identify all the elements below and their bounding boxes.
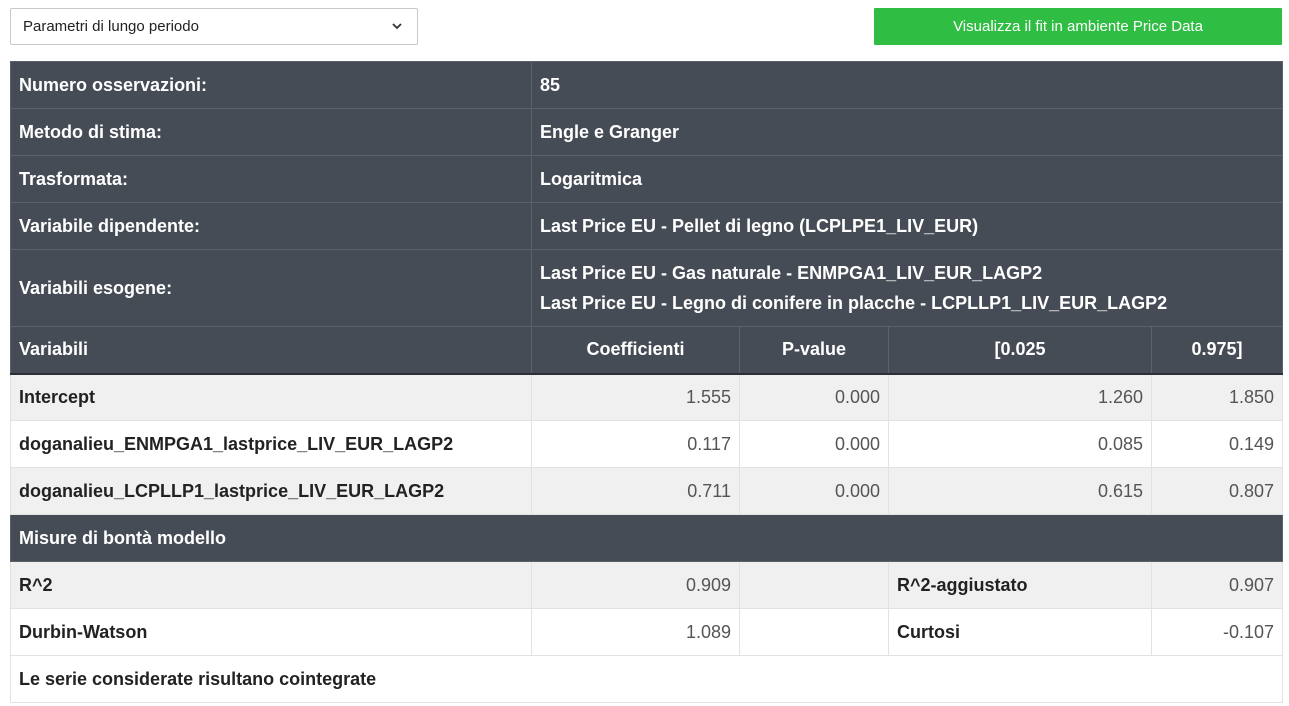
exogenous-value: Last Price EU - Gas naturale - ENMPGA1_L… [540, 263, 1043, 283]
parameters-select-value: Parametri di lungo periodo [23, 18, 199, 35]
dw-value: 1.089 [531, 608, 740, 656]
transform-value: Logaritmica [530, 155, 1284, 203]
pvalue-value: 0.000 [739, 373, 889, 421]
ci-high-value: 1.850 [1150, 373, 1284, 421]
kurtosis-label: Curtosi [888, 608, 1152, 656]
conclusion-text: Le serie considerate risultano cointegra… [9, 655, 1284, 703]
table-row: doganalieu_LCPLLP1_lastprice_LIV_EUR_LAG… [10, 467, 1284, 515]
dw-label: Durbin-Watson [10, 608, 532, 656]
dependent-label: Variabile dipendente: [10, 202, 532, 250]
exogenous-values: Last Price EU - Gas naturale - ENMPGA1_L… [530, 249, 1284, 327]
r2-value: 0.909 [531, 561, 740, 609]
coef-header-row: Variabili Coefficienti P-value [0.025 0.… [10, 326, 1284, 375]
r2-adj-label: R^2-aggiustato [888, 561, 1152, 609]
coefficient-value: 0.711 [531, 467, 740, 515]
empty-cell [739, 608, 889, 656]
method-value: Engle e Granger [530, 108, 1284, 156]
chevron-down-icon [392, 23, 402, 30]
ci-low-value: 0.085 [888, 420, 1152, 468]
method-label: Metodo di stima: [10, 108, 532, 156]
variable-name: Intercept [10, 373, 532, 421]
col-header-coefficients: Coefficienti [531, 326, 740, 375]
kurtosis-value: -0.107 [1150, 608, 1284, 656]
info-row-method: Metodo di stima: Engle e Granger [10, 108, 1284, 156]
col-header-pvalue: P-value [739, 326, 889, 375]
parameters-select[interactable]: Parametri di lungo periodo [10, 8, 418, 45]
empty-cell [739, 561, 889, 609]
observations-label: Numero osservazioni: [10, 61, 532, 109]
coefficient-value: 0.117 [531, 420, 740, 468]
goodness-header-row: Misure di bontà modello [9, 514, 1284, 562]
transform-label: Trasformata: [10, 155, 532, 203]
info-row-dependent: Variabile dipendente: Last Price EU - Pe… [10, 202, 1284, 250]
r2-label: R^2 [10, 561, 532, 609]
model-results-table: Numero osservazioni: 85 Metodo di stima:… [9, 61, 1284, 703]
info-row-transform: Trasformata: Logaritmica [10, 155, 1284, 203]
pvalue-value: 0.000 [739, 467, 889, 515]
toolbar: Parametri di lungo periodo Visualizza il… [0, 0, 1289, 60]
pvalue-value: 0.000 [739, 420, 889, 468]
exogenous-label: Variabili esogene: [10, 249, 532, 327]
col-header-variables: Variabili [10, 326, 532, 375]
ci-high-value: 0.807 [1150, 467, 1284, 515]
conclusion-row: Le serie considerate risultano cointegra… [9, 655, 1284, 703]
exogenous-value: Last Price EU - Legno di conifere in pla… [540, 293, 1168, 313]
goodness-row-dw: Durbin-Watson 1.089 Curtosi -0.107 [10, 608, 1284, 656]
col-header-ci-high: 0.975] [1150, 326, 1284, 375]
variable-name: doganalieu_ENMPGA1_lastprice_LIV_EUR_LAG… [10, 420, 532, 468]
table-row: doganalieu_ENMPGA1_lastprice_LIV_EUR_LAG… [10, 420, 1284, 468]
dependent-value: Last Price EU - Pellet di legno (LCPLPE1… [530, 202, 1284, 250]
ci-low-value: 1.260 [888, 373, 1152, 421]
variable-name: doganalieu_LCPLLP1_lastprice_LIV_EUR_LAG… [10, 467, 532, 515]
observations-value: 85 [530, 61, 1284, 109]
goodness-row-r2: R^2 0.909 R^2-aggiustato 0.907 [10, 561, 1284, 609]
view-fit-button[interactable]: Visualizza il fit in ambiente Price Data [874, 8, 1282, 45]
ci-low-value: 0.615 [888, 467, 1152, 515]
goodness-title: Misure di bontà modello [9, 514, 1284, 562]
col-header-ci-low: [0.025 [888, 326, 1152, 375]
table-row: Intercept 1.555 0.000 1.260 1.850 [10, 373, 1284, 421]
r2-adj-value: 0.907 [1150, 561, 1284, 609]
info-row-exogenous: Variabili esogene: Last Price EU - Gas n… [10, 249, 1284, 327]
ci-high-value: 0.149 [1150, 420, 1284, 468]
info-row-observations: Numero osservazioni: 85 [10, 61, 1284, 109]
coefficient-value: 1.555 [531, 373, 740, 421]
